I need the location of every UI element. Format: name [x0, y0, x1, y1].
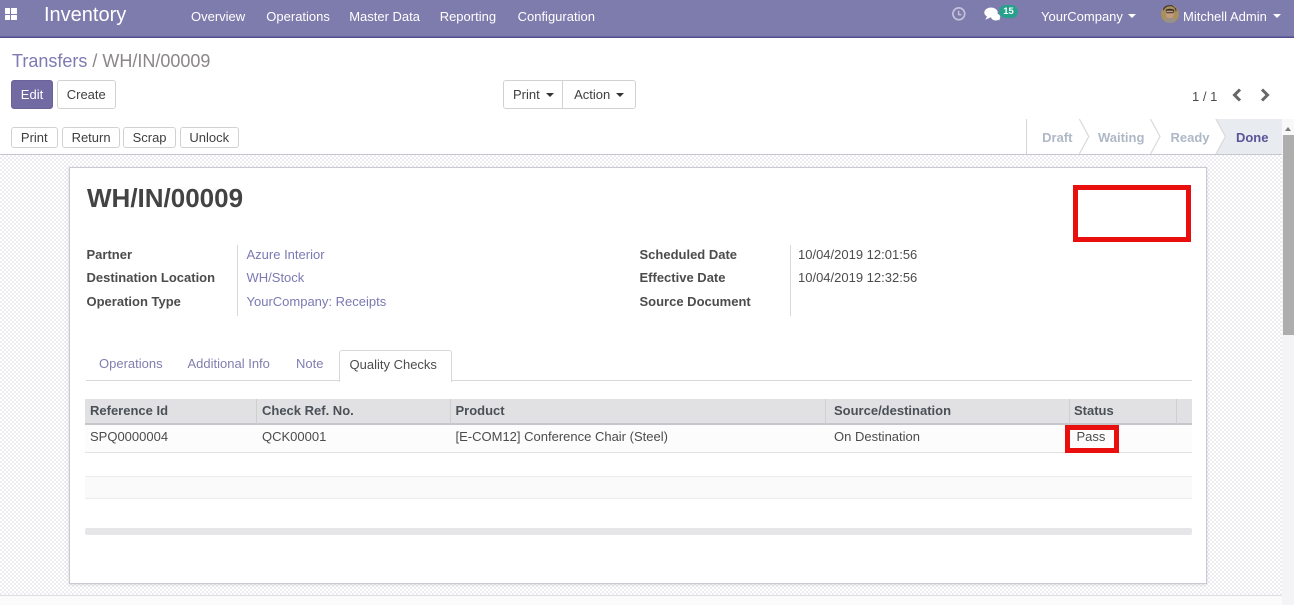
svg-text:Ready: Ready [1170, 130, 1210, 145]
svg-text:Done: Done [1236, 130, 1269, 145]
svg-text:Waiting: Waiting [1098, 130, 1145, 145]
svg-text:Draft: Draft [1042, 130, 1073, 145]
